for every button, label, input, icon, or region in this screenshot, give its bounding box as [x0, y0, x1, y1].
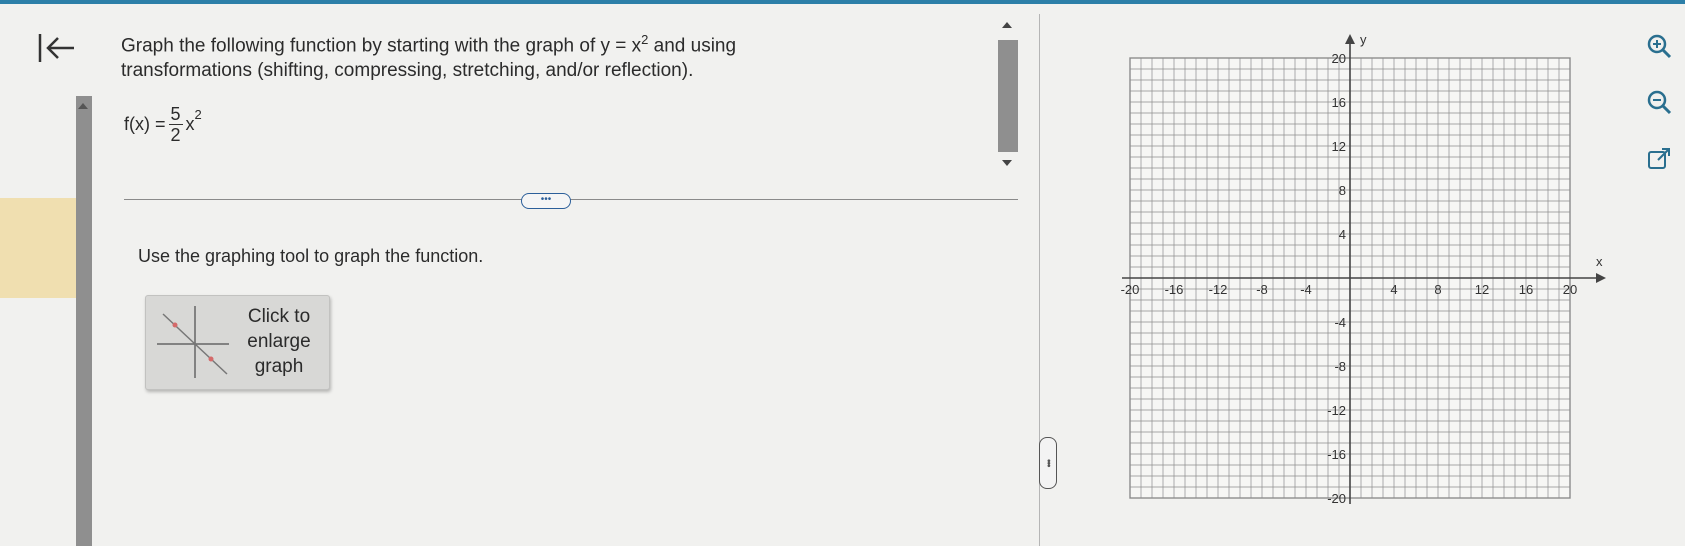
y-tick-label: -12: [1327, 403, 1346, 418]
x-tick-label: -16: [1165, 282, 1184, 297]
drag-dots-icon: •••: [1042, 459, 1054, 467]
scroll-up-icon[interactable]: [1002, 22, 1012, 28]
x-tick-label: -4: [1300, 282, 1312, 297]
pane-resize-handle[interactable]: •••: [1039, 437, 1057, 489]
x-tick-label: 4: [1390, 282, 1397, 297]
fraction-denominator: 2: [170, 124, 181, 145]
y-axis-arrow-icon: [1345, 34, 1355, 44]
prompt-line1: Graph the following function by starting…: [121, 35, 642, 57]
scroll-down-icon[interactable]: [1002, 160, 1012, 166]
enlarge-label-line1: Click to: [247, 306, 311, 327]
function-exponent: 2: [194, 106, 202, 122]
left-scrollbar[interactable]: [76, 96, 92, 546]
prompt-line1-end: and using: [648, 35, 737, 57]
x-tick-label: -12: [1209, 282, 1228, 297]
y-tick-label: 16: [1332, 95, 1346, 110]
fraction-numerator: 5: [168, 103, 183, 125]
zoom-in-icon: [1647, 34, 1672, 59]
enlarge-label-line2: enlarge: [247, 331, 311, 352]
y-tick-label: -20: [1327, 491, 1346, 506]
y-tick-label: 12: [1332, 139, 1346, 154]
popout-button[interactable]: [1645, 145, 1673, 173]
scroll-up-arrow-icon[interactable]: [78, 103, 88, 109]
function-expression: f(x) = 5 2 x2: [124, 96, 202, 152]
y-tick-label: -8: [1334, 359, 1346, 374]
x-tick-label: 8: [1434, 282, 1441, 297]
instruction-text: Use the graphing tool to graph the funct…: [138, 246, 484, 266]
top-accent-bar: [0, 0, 1685, 4]
function-lhs: f(x) =: [124, 113, 166, 134]
zoom-in-button[interactable]: [1645, 32, 1673, 60]
coefficient-fraction: 5 2: [168, 103, 183, 145]
x-tick-label: 20: [1563, 282, 1577, 297]
x-axis-arrow-icon: [1596, 273, 1606, 283]
enlarge-label: Click to enlarge graph: [231, 304, 327, 379]
y-axis-label: y: [1360, 32, 1367, 47]
function-variable: x: [185, 113, 195, 134]
x-tick-label: -20: [1121, 282, 1140, 297]
enlarge-graph-button[interactable]: Click to enlarge graph: [145, 295, 330, 390]
external-link-icon: [1648, 148, 1670, 169]
y-tick-label: 20: [1332, 51, 1346, 66]
x-tick-label: -8: [1256, 282, 1268, 297]
back-to-start-icon: [38, 34, 74, 62]
y-tick-label: 4: [1339, 227, 1346, 242]
x-tick-label: 16: [1519, 282, 1533, 297]
question-scrollbar[interactable]: [996, 22, 1018, 168]
question-prompt: Graph the following function by starting…: [121, 27, 821, 83]
y-tick-label: 8: [1339, 183, 1346, 198]
y-tick-label: -4: [1334, 315, 1346, 330]
left-highlight: [0, 198, 82, 298]
section-divider: [124, 199, 1018, 200]
scrollbar-thumb[interactable]: [998, 40, 1018, 152]
graph-thumbnail-icon: [157, 306, 229, 378]
x-axis-label: x: [1596, 254, 1603, 269]
zoom-out-icon: [1647, 90, 1672, 115]
enlarge-label-line3: graph: [254, 356, 304, 377]
back-to-start-button[interactable]: [36, 28, 80, 68]
prompt-line2: transformations (shifting, compressing, …: [121, 60, 694, 82]
graph-area[interactable]: x y -20 -16 -12 -8 -4 4 8 12 16 20 20 16 12 8 4 -4 -8 -12 -1…: [1110, 30, 1610, 510]
y-tick-label: -16: [1327, 447, 1346, 462]
expand-more-button[interactable]: •••: [521, 193, 571, 209]
zoom-out-button[interactable]: [1645, 88, 1673, 116]
x-tick-label: 12: [1475, 282, 1489, 297]
